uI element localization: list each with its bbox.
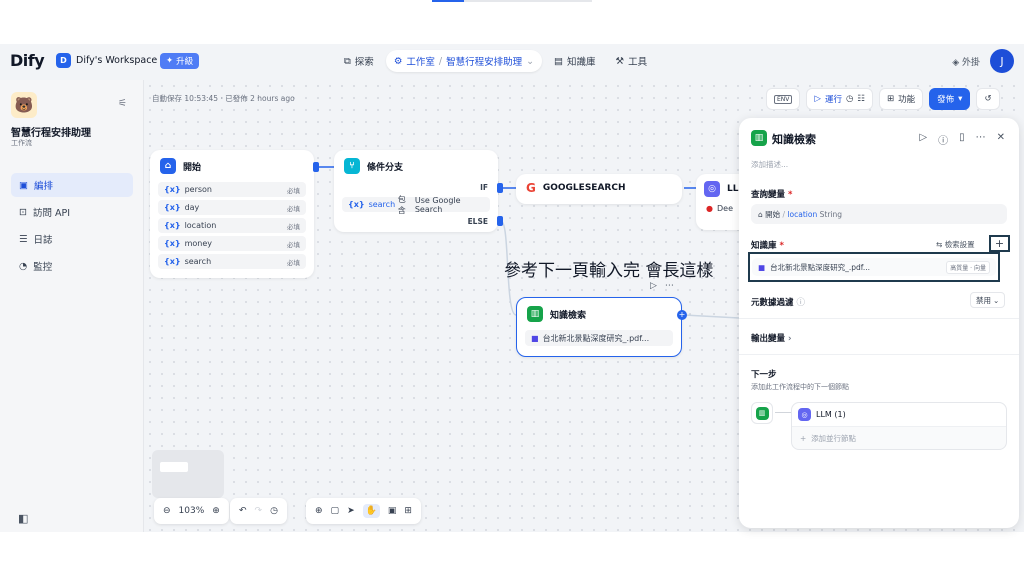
panel-title[interactable]: 知識檢索 (772, 131, 816, 147)
next-node-llm[interactable]: ◎ LLM (1) (792, 403, 1006, 427)
close-icon[interactable]: ✕ (997, 132, 1005, 147)
llm-icon: ◎ (704, 181, 720, 197)
panel-actions: ▷ ⓘ ▯ ⋯ ✕ (919, 132, 1005, 147)
branch-icon: ⑂ (344, 158, 360, 174)
history-icon[interactable]: ◷ (270, 506, 278, 516)
start-var-row: {x} location 必填 (158, 218, 306, 233)
output-variables-toggle[interactable]: 輸出變量 › (751, 332, 792, 344)
folder-icon: ■ (758, 262, 766, 272)
start-var-row: {x} day 必填 (158, 200, 306, 215)
book-icon: ▥ (527, 306, 543, 322)
add-block-icon[interactable]: ⊕ (315, 506, 323, 516)
llm-icon: ◎ (798, 408, 811, 421)
more-icon[interactable]: ⋯ (976, 132, 986, 147)
node-knowledge-retrieval[interactable]: ▥ 知識檢索 ■ 台北新北景點深度研究_.pdf... (516, 297, 682, 357)
start-var-row: {x} money 必填 (158, 236, 306, 251)
home-icon: ⌂ (160, 158, 176, 174)
query-variable-field[interactable]: ⌂ 開始 / location String (751, 204, 1007, 224)
zoom-control: ⊖ 103% ⊕ (154, 498, 229, 524)
next-node-list: ◎ LLM (1) + 添加並行節點 (791, 402, 1007, 450)
pointer-icon[interactable]: ➤ (347, 506, 355, 516)
hand-icon[interactable]: ✋ (362, 504, 380, 518)
metadata-filter-label: 元數據過濾 ⓘ (751, 298, 805, 308)
if-port[interactable] (497, 183, 503, 193)
export-image-icon[interactable]: ▣ (388, 506, 397, 516)
undo-icon[interactable]: ↶ (239, 506, 247, 516)
history-controls: ↶ ↷ ◷ (230, 498, 287, 524)
start-output-port[interactable] (313, 162, 319, 172)
next-step-title: 下一步 (751, 370, 777, 380)
next-step-desc: 添加此工作流程中的下一個節點 (751, 383, 849, 391)
retrieval-settings-button[interactable]: ⇆ 檢索設置 (936, 239, 975, 250)
redo-icon[interactable]: ↷ (255, 506, 263, 516)
if-label: IF (480, 183, 488, 192)
book-icon: ▥ (751, 130, 767, 146)
node-start[interactable]: ⌂ 開始 {x} person 必填 {x} day 必填 {x} location 必填 {… (150, 150, 314, 278)
minimap[interactable] (152, 450, 224, 498)
current-node-badge: ▥ (751, 402, 773, 424)
docs-icon[interactable]: ▯ (959, 132, 965, 147)
node-if-else[interactable]: ⑂ 條件分支 IF {x} search 包含 Use Google Search … (334, 150, 498, 232)
knowledge-settings-panel: ▥ 知識檢索 ▷ ⓘ ▯ ⋯ ✕ 添加描述... 查詢變量 * ⌂ 開始 / l… (739, 118, 1019, 528)
folder-icon: ■ (531, 333, 539, 343)
knowledge-item[interactable]: ■ 台北新北景點深度研究_.pdf... 高質量 · 向量 (752, 258, 996, 276)
else-port[interactable] (497, 216, 503, 226)
metadata-filter-select[interactable]: 禁用 ⌄ (970, 292, 1006, 308)
chevron-down-icon: ⌄ (993, 295, 1000, 305)
canvas-tools: ⊕ ▢ ➤ ✋ ▣ ⊞ (306, 498, 421, 524)
play-icon[interactable]: ▷ (919, 132, 927, 147)
zoom-level[interactable]: 103% (179, 506, 205, 516)
node-mini-actions: ▷ ⋯ (650, 281, 674, 291)
add-knowledge-button[interactable]: + (989, 235, 1010, 252)
help-icon[interactable]: ⓘ (938, 132, 948, 147)
add-node-plus-icon[interactable]: + (677, 310, 687, 320)
knowledge-label: 知識庫 * (751, 241, 784, 251)
knowledge-file-row: ■ 台北新北景點深度研究_.pdf... (525, 330, 673, 346)
start-var-row: {x} search 必填 (158, 254, 306, 269)
zoom-out-icon[interactable]: ⊖ (163, 506, 171, 516)
node-googlesearch[interactable]: G GOOGLESEARCH (516, 174, 682, 204)
overlay-annotation: 參考下一頁輸入完 會長這樣 (504, 261, 714, 281)
book-icon: ▥ (755, 406, 769, 420)
google-icon: G (526, 181, 536, 195)
model-icon: ● (706, 204, 713, 213)
zoom-in-icon[interactable]: ⊕ (212, 506, 220, 516)
else-label: ELSE (467, 217, 488, 226)
home-icon: ⌂ (758, 209, 763, 219)
description-input[interactable]: 添加描述... (751, 159, 788, 170)
sliders-icon: ⇆ (936, 240, 943, 249)
start-var-row: {x} person 必填 (158, 182, 306, 197)
knowledge-item-highlight: ■ 台北新北景點深度研究_.pdf... 高質量 · 向量 (748, 252, 1000, 282)
play-icon[interactable]: ▷ (650, 281, 657, 291)
note-icon[interactable]: ▢ (331, 506, 340, 516)
condition-row: {x} search 包含 Use Google Search (342, 195, 490, 215)
query-variable-label: 查詢變量 * (751, 190, 793, 200)
layout-icon[interactable]: ⊞ (404, 506, 412, 516)
add-parallel-node[interactable]: + 添加並行節點 (792, 427, 1006, 449)
edge-knowledge-llm (683, 314, 740, 319)
more-icon[interactable]: ⋯ (665, 281, 674, 291)
